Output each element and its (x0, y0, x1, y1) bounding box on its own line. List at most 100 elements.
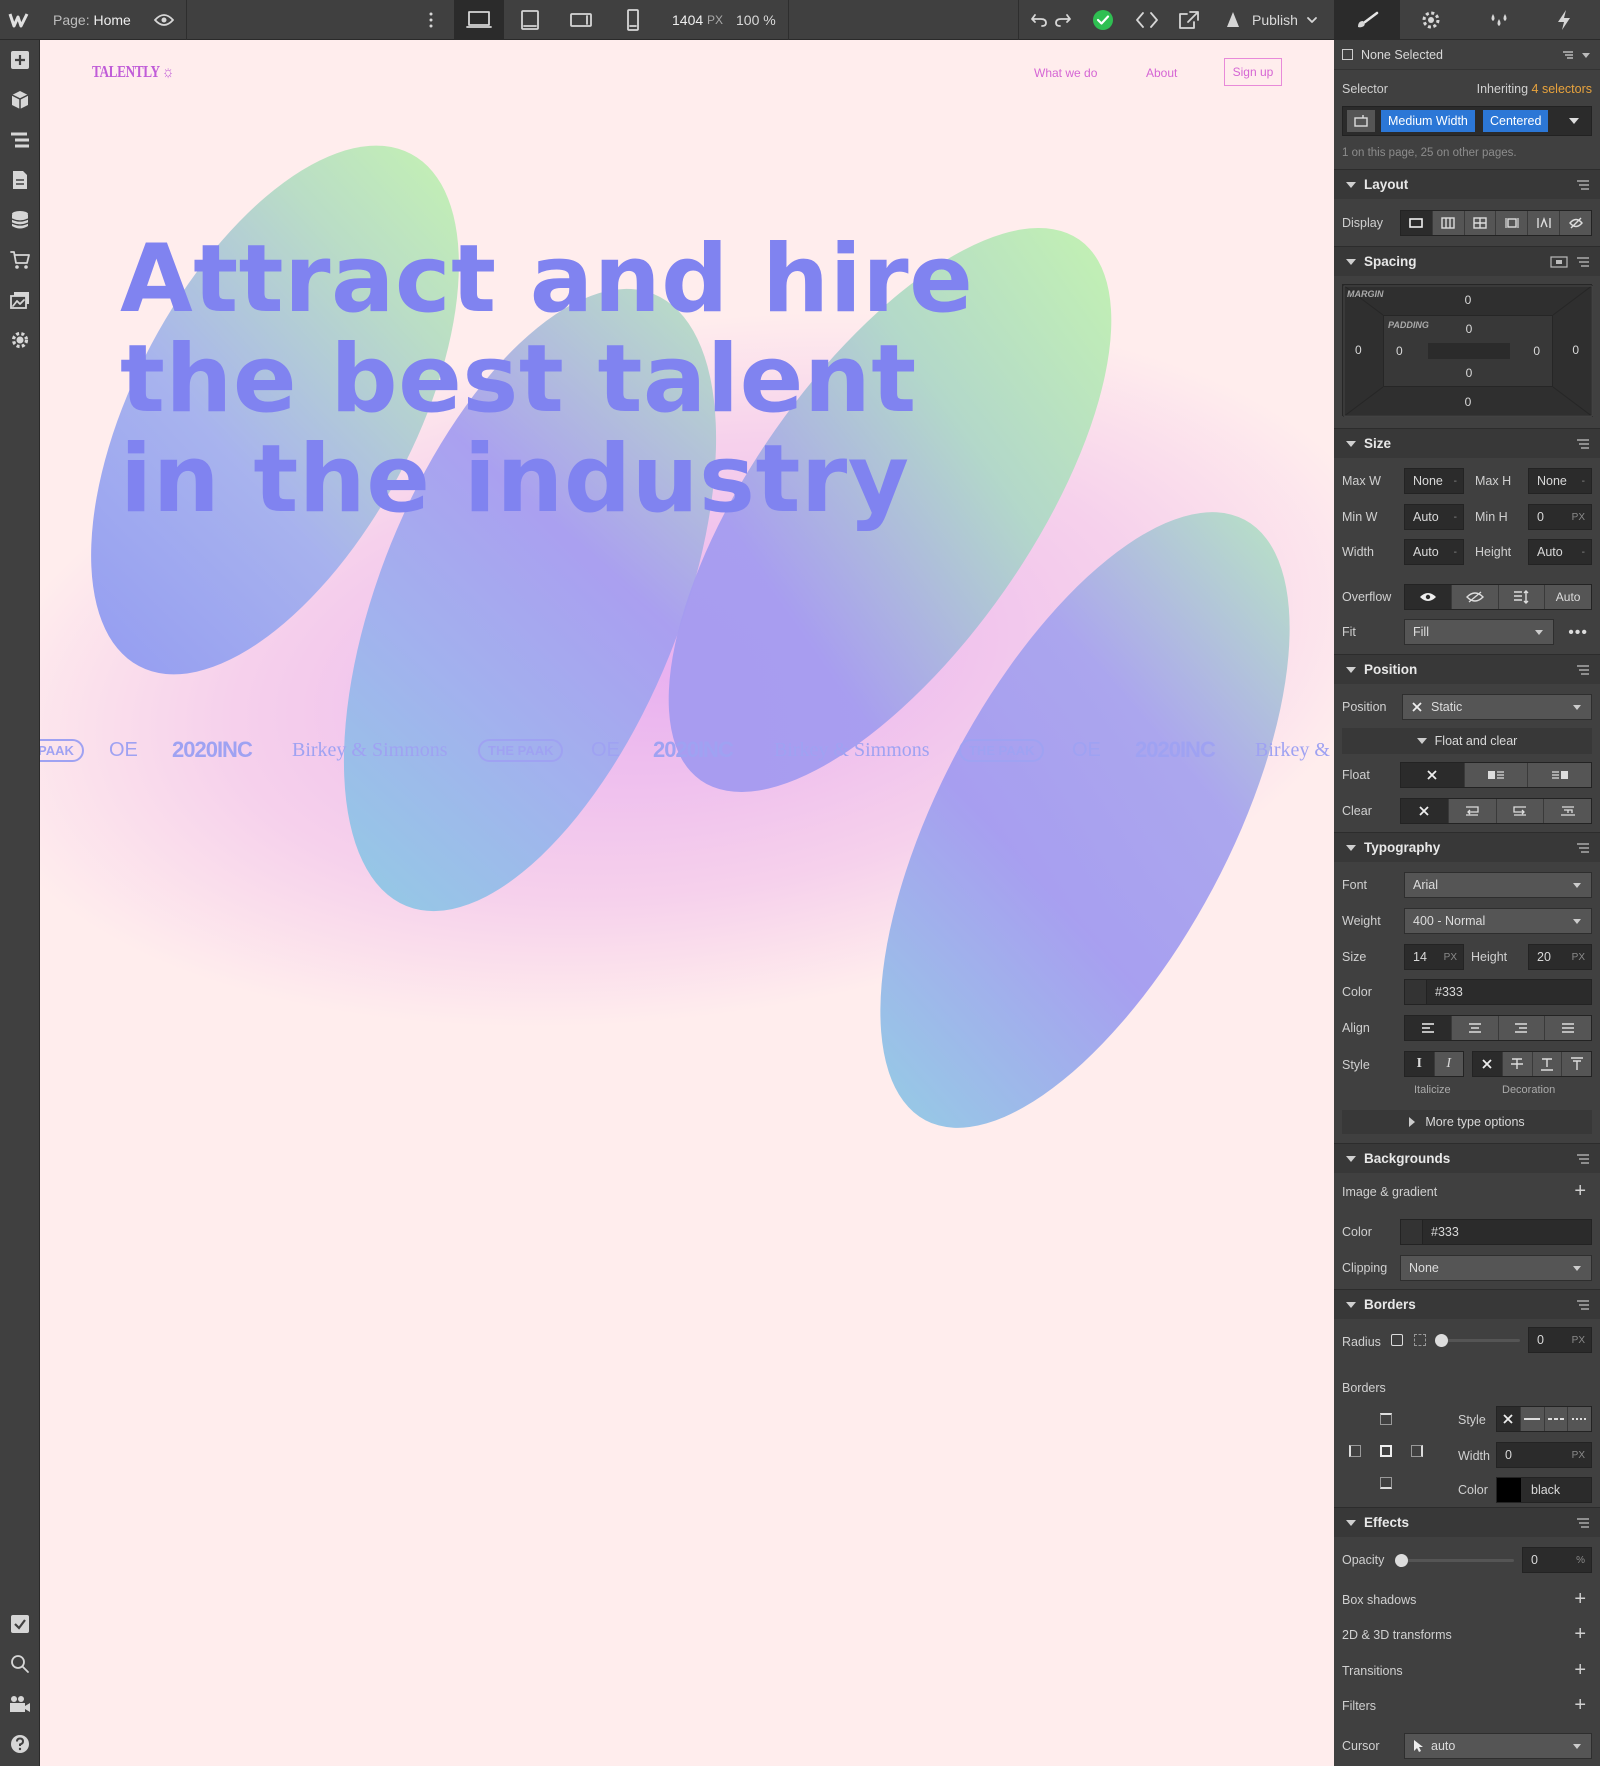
float-none-icon[interactable] (1401, 763, 1465, 787)
preview-eye-icon[interactable] (154, 0, 174, 40)
border-style-none-icon[interactable] (1497, 1407, 1521, 1431)
italic-icon[interactable]: I (1434, 1052, 1463, 1076)
float-right-icon[interactable] (1528, 763, 1592, 787)
clear-right-icon[interactable] (1496, 799, 1545, 823)
overflow-hidden-icon[interactable] (1451, 585, 1499, 609)
opacity-slider[interactable] (1395, 1554, 1514, 1567)
border-style-dashed-icon[interactable] (1544, 1407, 1569, 1431)
border-right-icon[interactable] (1411, 1445, 1423, 1457)
clear-both-icon[interactable] (1544, 799, 1591, 823)
underline-icon[interactable] (1532, 1052, 1563, 1076)
style-panel-tab[interactable] (1334, 0, 1400, 40)
align-justify-icon[interactable] (1545, 1016, 1591, 1040)
display-inline-block-icon[interactable] (1496, 211, 1529, 235)
radius-input[interactable]: 0 PX (1528, 1327, 1592, 1353)
padding-bottom[interactable]: 0 (1384, 366, 1554, 380)
width-input[interactable]: Auto - (1404, 539, 1464, 565)
settings-panel-gear-icon[interactable] (1420, 0, 1442, 40)
section-options-icon[interactable] (1576, 1300, 1590, 1310)
margin-left[interactable]: 0 (1355, 343, 1362, 357)
radius-slider[interactable] (1435, 1334, 1520, 1347)
site-logo[interactable]: TALENTLY ☼ (92, 62, 174, 82)
padding-left[interactable]: 0 (1396, 344, 1403, 358)
overflow-scroll-icon[interactable] (1498, 585, 1546, 609)
align-center-icon[interactable] (1451, 1016, 1499, 1040)
position-section-header[interactable]: Position (1334, 654, 1600, 684)
cursor-select[interactable]: auto (1404, 1733, 1592, 1759)
size-section-header[interactable]: Size (1334, 428, 1600, 458)
chevron-down-icon[interactable] (1582, 53, 1590, 59)
redo-icon[interactable] (1054, 0, 1072, 40)
symbols-cube-icon[interactable] (8, 88, 32, 112)
publish-button[interactable]: Publish (1224, 0, 1318, 40)
display-flex-icon[interactable] (1432, 211, 1465, 235)
bg-color-swatch[interactable] (1401, 1220, 1423, 1244)
inheriting-count[interactable]: 4 selectors (1532, 82, 1592, 96)
add-panel-plus-icon[interactable] (8, 48, 32, 72)
search-icon[interactable] (8, 1652, 32, 1676)
class-chip-centered[interactable]: Centered (1483, 110, 1549, 132)
nav-about[interactable]: About (1146, 66, 1177, 80)
upright-icon[interactable]: I (1405, 1052, 1435, 1076)
fit-select[interactable]: Fill (1404, 619, 1554, 645)
max-w-input[interactable]: None - (1404, 468, 1464, 494)
opacity-slider-handle[interactable] (1395, 1554, 1408, 1567)
radius-individual-corners-icon[interactable] (1414, 1334, 1426, 1346)
height-input[interactable]: Auto - (1528, 539, 1592, 565)
bg-color-input[interactable]: #333 (1400, 1219, 1592, 1245)
inheriting-info[interactable]: Inheriting 4 selectors (1477, 82, 1592, 96)
opacity-input[interactable]: 0% (1522, 1547, 1592, 1573)
pages-icon[interactable] (8, 168, 32, 192)
signup-button[interactable]: Sign up (1224, 58, 1282, 86)
section-options-icon[interactable] (1576, 257, 1590, 267)
font-select[interactable]: Arial (1404, 872, 1592, 898)
border-style-solid-icon[interactable] (1520, 1407, 1545, 1431)
align-left-icon[interactable] (1405, 1016, 1452, 1040)
align-right-icon[interactable] (1498, 1016, 1546, 1040)
spacing-preset-icon[interactable] (1550, 256, 1568, 268)
page-selector[interactable]: Page: Home (53, 0, 131, 40)
selector-field[interactable]: Medium Width Centered (1342, 106, 1592, 136)
clipping-select[interactable]: None (1400, 1255, 1592, 1281)
section-options-icon[interactable] (1576, 665, 1590, 675)
add-box-shadow-plus-icon[interactable]: + (1574, 1589, 1586, 1609)
border-top-icon[interactable] (1380, 1413, 1392, 1425)
float-and-clear-toggle[interactable]: Float and clear (1342, 728, 1592, 754)
spacing-section-header[interactable]: Spacing (1334, 246, 1600, 276)
style-manager-drops-icon[interactable] (1488, 0, 1510, 40)
section-options-icon[interactable] (1576, 180, 1590, 190)
interactions-bolt-icon[interactable] (1556, 0, 1572, 40)
margin-bottom[interactable]: 0 (1343, 395, 1593, 409)
padding-top[interactable]: 0 (1384, 322, 1554, 336)
mobile-portrait-icon[interactable] (626, 0, 640, 40)
overflow-visible-eye-icon[interactable] (1405, 585, 1452, 609)
more-menu-icon[interactable] (428, 0, 434, 40)
clear-left-icon[interactable] (1448, 799, 1497, 823)
chevron-down-icon[interactable] (1569, 118, 1579, 124)
min-h-input[interactable]: 0 PX (1528, 504, 1592, 530)
display-none-icon[interactable] (1560, 211, 1591, 235)
display-inline-icon[interactable] (1528, 211, 1561, 235)
class-chip-medium-width[interactable]: Medium Width (1381, 110, 1475, 132)
add-background-plus-icon[interactable]: + (1574, 1181, 1586, 1201)
overline-icon[interactable] (1562, 1052, 1591, 1076)
font-size-input[interactable]: 14 PX (1404, 944, 1464, 970)
radius-slider-handle[interactable] (1435, 1334, 1448, 1347)
overflow-auto-button[interactable]: Auto (1545, 585, 1591, 609)
navigator-icon[interactable] (8, 128, 32, 152)
border-style-dotted-icon[interactable] (1568, 1407, 1591, 1431)
layout-section-header[interactable]: Layout (1334, 169, 1600, 199)
share-icon[interactable] (1178, 0, 1200, 40)
margin-right[interactable]: 0 (1572, 343, 1579, 357)
design-canvas[interactable]: TALENTLY ☼ What we do About Sign up Attr… (40, 40, 1334, 1766)
cms-database-icon[interactable] (8, 208, 32, 232)
ecommerce-cart-icon[interactable] (8, 248, 32, 272)
borders-section-header[interactable]: Borders (1334, 1289, 1600, 1319)
assets-images-icon[interactable] (8, 288, 32, 312)
backgrounds-section-header[interactable]: Backgrounds (1334, 1143, 1600, 1173)
class-selector-icon[interactable] (1347, 110, 1375, 132)
tablet-breakpoint-icon[interactable] (520, 0, 540, 40)
text-color-input[interactable]: #333 (1404, 979, 1592, 1005)
radius-all-corners-icon[interactable] (1391, 1334, 1403, 1346)
add-filter-plus-icon[interactable]: + (1574, 1695, 1586, 1715)
